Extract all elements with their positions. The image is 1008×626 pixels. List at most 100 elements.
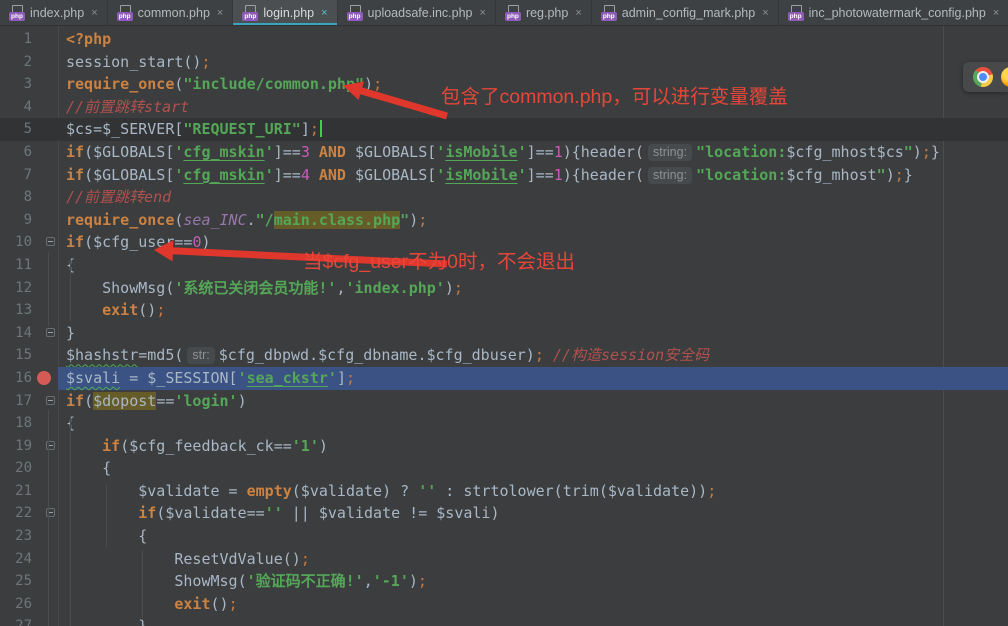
gutter-cell — [32, 344, 58, 367]
line-number[interactable]: 7 — [0, 164, 32, 187]
line-number[interactable]: 1 — [0, 28, 32, 51]
code-line-7[interactable]: 7 if($GLOBALS['cfg_mskin']==4 AND $GLOBAL… — [0, 164, 1008, 187]
line-number[interactable]: 10 — [0, 231, 32, 254]
line-number[interactable]: 12 — [0, 277, 32, 300]
code-line-13[interactable]: 13 exit(); — [0, 299, 1008, 322]
fold-end-icon[interactable] — [46, 327, 55, 337]
close-icon[interactable]: × — [91, 7, 97, 19]
code-line-27[interactable]: 27 } — [0, 615, 1008, 626]
line-number[interactable]: 3 — [0, 73, 32, 96]
fold-collapse-icon[interactable] — [46, 237, 55, 247]
gutter-cell — [32, 367, 58, 390]
code-line-1[interactable]: 1 <?php — [0, 28, 1008, 51]
code-line-18[interactable]: 18 { — [0, 412, 1008, 435]
tab-inc_photowatermark_config-php[interactable]: php inc_photowatermark_config.php × — [779, 0, 1008, 25]
code-text: if($dopost=='login') — [66, 391, 247, 410]
code-line-17[interactable]: 17 if($dopost=='login') — [0, 390, 1008, 413]
code-text: { — [58, 254, 1008, 277]
code-line-22[interactable]: 22 if($validate=='' || $validate != $sva… — [0, 502, 1008, 525]
code-line-20[interactable]: 20 { — [0, 457, 1008, 480]
tab-label: login.php — [263, 6, 315, 20]
code-line-19[interactable]: 19 if($cfg_feedback_ck=='1') — [0, 435, 1008, 458]
code-line-11[interactable]: 11 { — [0, 254, 1008, 277]
code-line-15[interactable]: 15 $hashstr=md5(str: $cfg_dbpwd.$cfg_dbnam… — [0, 344, 1008, 367]
tab-reg-php[interactable]: php reg.php × — [496, 0, 592, 25]
gutter-cell — [32, 435, 58, 458]
text-caret — [319, 120, 322, 138]
code-line-23[interactable]: 23 { — [0, 525, 1008, 548]
gutter-cell — [32, 96, 58, 119]
tab-index-php[interactable]: php index.php × — [0, 0, 108, 25]
close-icon[interactable]: × — [762, 7, 768, 19]
code-line-9[interactable]: 9 require_once(sea_INC."/main.class.php")… — [0, 209, 1008, 232]
php-file-icon: php — [504, 5, 521, 21]
gutter-cell — [32, 141, 58, 164]
code-line-3[interactable]: 3 require_once("include/common.php"); — [0, 73, 1008, 96]
code-text: { — [138, 527, 148, 546]
line-number[interactable]: 9 — [0, 209, 32, 232]
code-line-5[interactable]: 5 $cs=$_SERVER["REQUEST_URI"]; — [0, 118, 1008, 141]
gutter-cell — [32, 164, 58, 187]
tab-login-php[interactable]: php login.php × — [233, 0, 338, 25]
line-number[interactable]: 24 — [0, 548, 32, 571]
line-number[interactable]: 8 — [0, 186, 32, 209]
gutter-cell — [32, 502, 58, 525]
gutter-cell — [32, 118, 58, 141]
code-text: //前置跳转end — [66, 188, 172, 207]
tab-uploadsafe-inc-php[interactable]: php uploadsafe.inc.php × — [338, 0, 496, 25]
code-line-10[interactable]: 10 if($cfg_user==0) — [0, 231, 1008, 254]
line-number[interactable]: 25 — [0, 570, 32, 593]
gutter-cell — [32, 73, 58, 96]
tab-label: index.php — [30, 6, 85, 20]
code-editor[interactable]: 1 <?php 2 session_start(); 3 require_once("in… — [0, 26, 1008, 626]
tab-admin_config_mark-php[interactable]: php admin_config_mark.php × — [592, 0, 779, 25]
line-number[interactable]: 16 — [0, 367, 32, 390]
line-number[interactable]: 17 — [0, 390, 32, 413]
code-line-16[interactable]: 16 $svali = $_SESSION['sea_ckstr']; — [0, 366, 1008, 390]
code-line-26[interactable]: 26 exit(); — [0, 593, 1008, 616]
close-icon[interactable]: × — [217, 7, 223, 19]
line-number[interactable]: 5 — [0, 118, 32, 141]
breakpoint-icon[interactable] — [37, 370, 51, 385]
code-line-4[interactable]: 4 //前置跳转start — [0, 96, 1008, 119]
gutter-cell — [32, 390, 58, 413]
line-number[interactable]: 21 — [0, 480, 32, 503]
code-line-6[interactable]: 6 if($GLOBALS['cfg_mskin']==3 AND $GLOBAL… — [0, 141, 1008, 164]
code-line-25[interactable]: 25 ShowMsg('验证码不正确!','-1'); — [0, 570, 1008, 593]
tab-common-php[interactable]: php common.php × — [108, 0, 234, 25]
fold-collapse-icon[interactable] — [46, 395, 55, 405]
indent-guide — [70, 258, 71, 322]
code-line-2[interactable]: 2 session_start(); — [0, 51, 1008, 74]
line-number[interactable]: 27 — [0, 615, 32, 626]
gutter-cell — [32, 593, 58, 616]
line-number[interactable]: 4 — [0, 96, 32, 119]
code-text: if($GLOBALS['cfg_mskin']==3 AND $GLOBALS… — [66, 142, 940, 161]
line-number[interactable]: 14 — [0, 322, 32, 345]
line-number[interactable]: 26 — [0, 593, 32, 616]
line-number[interactable]: 20 — [0, 457, 32, 480]
fold-connector-line — [48, 252, 49, 326]
code-line-8[interactable]: 8 //前置跳转end — [0, 186, 1008, 209]
tab-label: uploadsafe.inc.php — [367, 6, 473, 20]
code-text: $hashstr=md5(str: $cfg_dbpwd.$cfg_dbname.… — [66, 346, 710, 365]
gutter-cell — [32, 615, 58, 626]
close-icon[interactable]: × — [993, 7, 999, 19]
line-number[interactable]: 13 — [0, 299, 32, 322]
code-line-12[interactable]: 12 ShowMsg('系统已关闭会员功能!','index.php'); — [0, 277, 1008, 300]
chrome-browser-icon[interactable] — [973, 67, 993, 87]
code-line-14[interactable]: 14} — [0, 322, 1008, 345]
close-icon[interactable]: × — [575, 7, 581, 19]
close-icon[interactable]: × — [480, 7, 486, 19]
code-line-21[interactable]: 21 $validate = empty($validate) ? '' : s… — [0, 480, 1008, 503]
line-number[interactable]: 6 — [0, 141, 32, 164]
code-line-24[interactable]: 24 ResetVdValue(); — [0, 548, 1008, 571]
line-number[interactable]: 15 — [0, 344, 32, 367]
line-number[interactable]: 23 — [0, 525, 32, 548]
line-number[interactable]: 2 — [0, 51, 32, 74]
line-number[interactable]: 22 — [0, 502, 32, 525]
close-icon[interactable]: × — [321, 7, 327, 19]
line-number[interactable]: 11 — [0, 254, 32, 277]
firefox-browser-icon[interactable] — [1001, 67, 1008, 87]
line-number[interactable]: 19 — [0, 435, 32, 458]
line-number[interactable]: 18 — [0, 412, 32, 435]
